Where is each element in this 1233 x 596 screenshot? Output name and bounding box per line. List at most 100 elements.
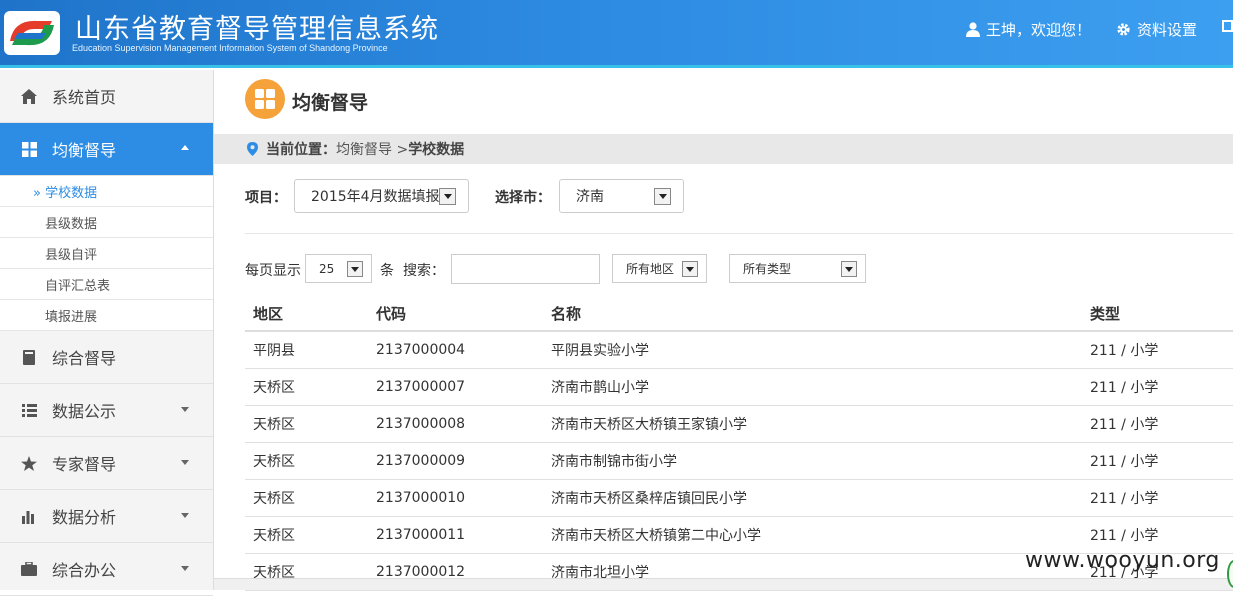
settings-link[interactable]: 资料设置 bbox=[1116, 19, 1197, 40]
user-icon bbox=[966, 22, 980, 37]
cell-code: 2137000010 bbox=[376, 490, 466, 506]
cell-name: 济南市天桥区大桥镇王家镇小学 bbox=[551, 417, 747, 433]
sidebar-item-balance-supervision[interactable]: 均衡督导 bbox=[0, 123, 213, 176]
submenu-item-self-eval-summary[interactable]: 自评汇总表 bbox=[0, 269, 213, 300]
page-grid-icon bbox=[245, 79, 285, 119]
cell-region: 天桥区 bbox=[253, 528, 295, 544]
sidebar-item-label: 数据分析 bbox=[52, 508, 117, 527]
map-pin-icon bbox=[247, 142, 258, 156]
chevron-down-icon bbox=[181, 460, 189, 465]
region-filter-select[interactable]: 所有地区 bbox=[612, 254, 707, 283]
user-greeting-text: 王坤，欢迎您！ bbox=[986, 21, 1092, 39]
sidebar-item-expert[interactable]: 专家督导 bbox=[0, 437, 213, 490]
sidebar-item-label: 综合督导 bbox=[52, 349, 117, 368]
sidebar-item-comprehensive[interactable]: 综合督导 bbox=[0, 331, 213, 384]
cell-code: 2137000008 bbox=[376, 416, 466, 432]
city-select[interactable]: 济南 bbox=[559, 179, 684, 213]
type-filter-select[interactable]: 所有类型 bbox=[729, 254, 866, 283]
cell-type: 211 / 小学 bbox=[1090, 417, 1159, 433]
breadcrumb-prefix: 当前位置： bbox=[266, 142, 336, 158]
book-icon bbox=[20, 348, 38, 366]
cell-type: 211 / 小学 bbox=[1090, 491, 1159, 507]
city-select-value: 济南 bbox=[576, 189, 604, 205]
school-data-table: 地区 代码 名称 类型 平阴县 2137000004 平阴县实验小学 211 /… bbox=[245, 296, 1233, 591]
user-greeting[interactable]: 王坤，欢迎您！ bbox=[966, 19, 1091, 40]
search-label: 搜索： bbox=[403, 263, 445, 279]
region-filter-value: 所有地区 bbox=[626, 262, 675, 276]
breadcrumb-current: 学校数据 bbox=[408, 142, 465, 158]
per-page-select[interactable]: 25 bbox=[305, 254, 372, 283]
gear-icon bbox=[1117, 23, 1130, 36]
column-header-region[interactable]: 地区 bbox=[245, 303, 368, 324]
browser-status-bar bbox=[214, 578, 1233, 590]
submenu: » 学校数据 县级数据 县级自评 自评汇总表 填报进展 bbox=[0, 176, 213, 331]
sidebar-item-label: 数据公示 bbox=[52, 402, 117, 421]
column-header-code[interactable]: 代码 bbox=[368, 303, 543, 324]
chevron-down-icon bbox=[181, 513, 189, 518]
table-row[interactable]: 天桥区 2137000010 济南市天桥区桑梓店镇回民小学 211 / 小学 bbox=[245, 480, 1233, 517]
settings-label: 资料设置 bbox=[1137, 21, 1198, 39]
divider bbox=[245, 233, 1233, 234]
sidebar-item-data-publicity[interactable]: 数据公示 bbox=[0, 384, 213, 437]
chevron-down-icon bbox=[181, 407, 189, 412]
cell-name: 济南市鹊山小学 bbox=[551, 380, 649, 396]
cell-code: 2137000007 bbox=[376, 379, 466, 395]
chevron-down-icon bbox=[439, 188, 456, 205]
bar-chart-icon bbox=[20, 507, 38, 525]
cell-name: 济南市制锦市街小学 bbox=[551, 454, 677, 470]
grid-icon bbox=[20, 140, 38, 158]
cell-code: 2137000009 bbox=[376, 453, 466, 469]
cell-code: 2137000004 bbox=[376, 342, 466, 358]
project-select-value: 2015年4月数据填报 bbox=[311, 189, 440, 205]
cell-region: 天桥区 bbox=[253, 380, 295, 396]
submenu-item-county-self-eval[interactable]: 县级自评 bbox=[0, 238, 213, 269]
chevron-down-icon bbox=[654, 188, 671, 205]
submenu-item-fill-progress[interactable]: 填报进展 bbox=[0, 300, 213, 331]
list-icon bbox=[20, 401, 38, 419]
page-title: 均衡督导 bbox=[292, 92, 369, 114]
briefcase-icon bbox=[20, 560, 38, 578]
cell-type: 211 / 小学 bbox=[1090, 528, 1159, 544]
logo-icon bbox=[4, 11, 60, 55]
project-select[interactable]: 2015年4月数据填报 bbox=[294, 179, 469, 213]
search-input[interactable] bbox=[451, 254, 600, 284]
logout-icon[interactable] bbox=[1222, 19, 1233, 35]
breadcrumb: 当前位置： 均衡督导 > 学校数据 bbox=[214, 134, 1233, 164]
cell-type: 211 / 小学 bbox=[1090, 380, 1159, 396]
chevron-up-icon bbox=[181, 145, 189, 150]
app-subtitle: Education Supervision Management Informa… bbox=[72, 43, 388, 53]
per-page-label: 每页显示 bbox=[245, 263, 301, 279]
cell-type: 211 / 小学 bbox=[1090, 454, 1159, 470]
cell-region: 平阴县 bbox=[253, 343, 295, 359]
column-header-type[interactable]: 类型 bbox=[1082, 303, 1233, 324]
per-page-value: 25 bbox=[319, 261, 335, 276]
cell-region: 天桥区 bbox=[253, 491, 295, 507]
per-page-unit: 条 bbox=[380, 263, 394, 279]
sidebar-item-office[interactable]: 综合办公 bbox=[0, 543, 213, 596]
sidebar-item-home[interactable]: 系统首页 bbox=[0, 70, 213, 123]
table-row[interactable]: 平阴县 2137000004 平阴县实验小学 211 / 小学 bbox=[245, 332, 1233, 369]
sidebar-item-analysis[interactable]: 数据分析 bbox=[0, 490, 213, 543]
table-row[interactable]: 天桥区 2137000007 济南市鹊山小学 211 / 小学 bbox=[245, 369, 1233, 406]
submenu-item-school-data[interactable]: » 学校数据 bbox=[0, 176, 213, 207]
chevron-down-icon bbox=[347, 261, 363, 277]
watermark: www.wooyun.org bbox=[1025, 548, 1220, 573]
sidebar: 系统首页 均衡督导 » 学校数据 县级数据 县级自评 自评汇总表 填报进展 综合… bbox=[0, 70, 214, 596]
project-label: 项目： bbox=[245, 190, 287, 206]
submenu-item-county-data[interactable]: 县级数据 bbox=[0, 207, 213, 238]
type-filter-value: 所有类型 bbox=[743, 262, 792, 276]
chevron-down-icon bbox=[841, 261, 857, 277]
column-header-name[interactable]: 名称 bbox=[543, 303, 1082, 324]
sidebar-item-label: 专家督导 bbox=[52, 455, 117, 474]
breadcrumb-link[interactable]: 均衡督导 > bbox=[336, 139, 408, 159]
table-row[interactable]: 天桥区 2137000009 济南市制锦市街小学 211 / 小学 bbox=[245, 443, 1233, 480]
sidebar-item-label: 均衡督导 bbox=[52, 141, 117, 160]
sidebar-item-label: 系统首页 bbox=[52, 88, 117, 107]
city-label: 选择市： bbox=[495, 190, 551, 206]
cell-region: 天桥区 bbox=[253, 417, 295, 433]
app-title: 山东省教育督导管理信息系统 bbox=[75, 14, 439, 45]
home-icon bbox=[20, 87, 38, 105]
cell-name: 平阴县实验小学 bbox=[551, 343, 649, 359]
cell-code: 2137000011 bbox=[376, 527, 466, 543]
table-row[interactable]: 天桥区 2137000008 济南市天桥区大桥镇王家镇小学 211 / 小学 bbox=[245, 406, 1233, 443]
